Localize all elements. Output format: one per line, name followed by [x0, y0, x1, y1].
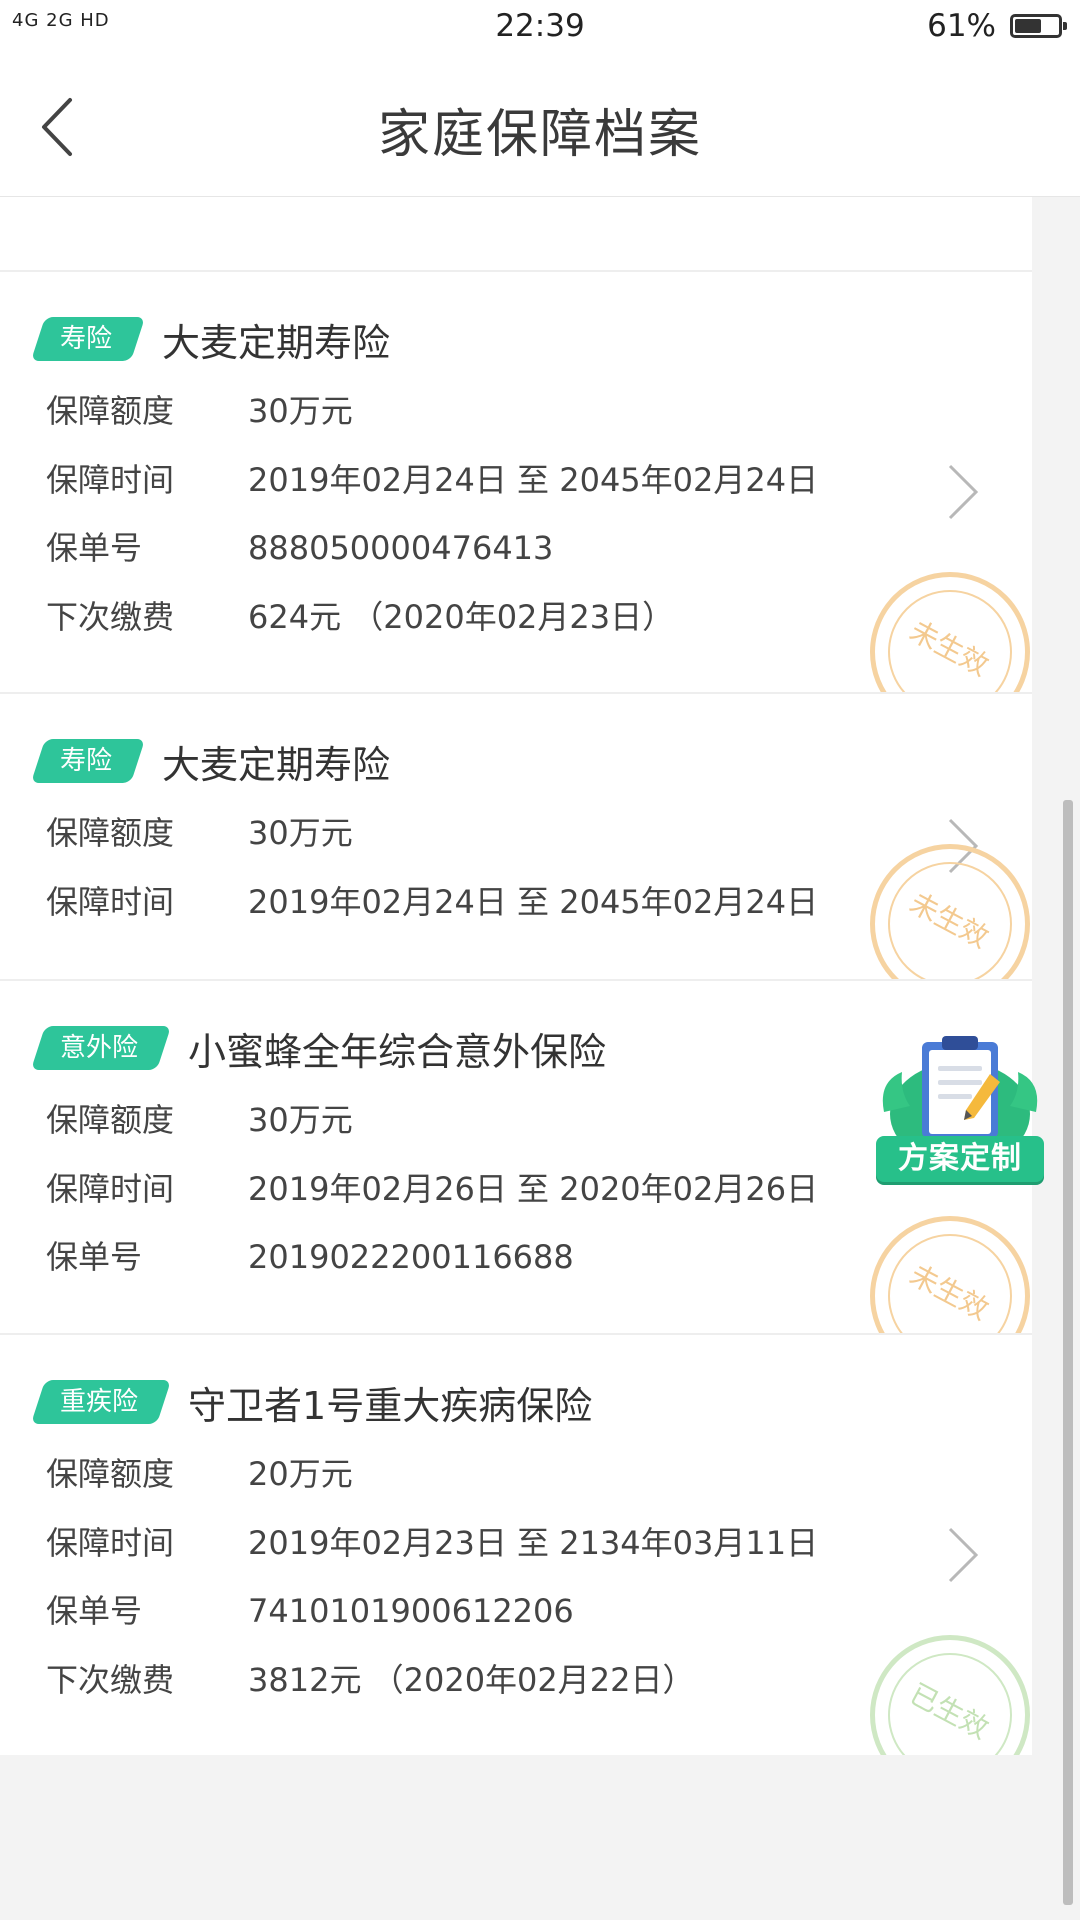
- info-row-coverage: 保障额度 30万元: [46, 1101, 353, 1139]
- policy-header: 意外险 小蜜蜂全年综合意外保险: [30, 1023, 607, 1074]
- policy-header: 重疾险 守卫者1号重大疾病保险: [30, 1377, 593, 1428]
- status-stamp: 未生效: [870, 844, 1030, 979]
- info-row-period: 保障时间 2019年02月26日 至 2020年02月26日: [46, 1170, 819, 1208]
- policy-card[interactable]: 寿险 大麦定期寿险 保障额度 30万元 保障时间 2019年02月24日 至 204…: [0, 272, 1032, 694]
- policy-type-tag: 意外险: [30, 1026, 172, 1070]
- status-stamp: 已生效: [870, 1635, 1030, 1755]
- info-row-policy-number: 保单号 888050000476413: [46, 529, 554, 567]
- policy-type-tag: 寿险: [30, 317, 146, 361]
- info-row-coverage: 保障额度 30万元: [46, 392, 353, 430]
- info-row-coverage: 保障额度 30万元: [46, 814, 353, 852]
- status-bar: 4G 2G HD 22:39 61%: [0, 0, 1080, 56]
- policy-header: 寿险 大麦定期寿险: [30, 314, 391, 365]
- page-title: 家庭保障档案: [377, 105, 702, 165]
- policy-name: 大麦定期寿险: [162, 320, 391, 365]
- info-row-coverage: 保障额度 20万元: [46, 1455, 353, 1493]
- policy-list: 寿险 大麦定期寿险 保障额度 30万元 保障时间 2019年02月24日 至 204…: [0, 197, 1032, 1755]
- battery-level: [1015, 19, 1041, 33]
- info-row-policy-number: 保单号 2019022200116688: [46, 1238, 574, 1276]
- policy-type-tag: 重疾险: [30, 1380, 172, 1424]
- chevron-right-icon[interactable]: [946, 1525, 980, 1585]
- list-top-divider: [0, 197, 1032, 272]
- battery-percent: 61%: [927, 8, 996, 44]
- battery-icon: [1010, 14, 1067, 38]
- info-row-next-payment: 下次缴费 624元 （2020年02月23日）: [46, 598, 675, 636]
- info-row-period: 保障时间 2019年02月24日 至 2045年02月24日: [46, 461, 819, 499]
- info-row-period: 保障时间 2019年02月24日 至 2045年02月24日: [46, 883, 819, 921]
- policy-name: 守卫者1号重大疾病保险: [188, 1383, 593, 1428]
- plan-customize-label: 方案定制: [876, 1136, 1044, 1182]
- info-row-next-payment: 下次缴费 3812元 （2020年02月22日）: [46, 1661, 695, 1699]
- scrollbar[interactable]: [1063, 800, 1073, 1905]
- policy-name: 大麦定期寿险: [162, 742, 391, 787]
- info-row-period: 保障时间 2019年02月23日 至 2134年03月11日: [46, 1524, 819, 1562]
- plan-customize-button[interactable]: 方案定制: [872, 1034, 1048, 1196]
- policy-card[interactable]: 重疾险 守卫者1号重大疾病保险 保障额度 20万元 保障时间 2019年02月23日…: [0, 1335, 1032, 1755]
- info-row-policy-number: 保单号 7410101900612206: [46, 1592, 574, 1630]
- policy-name: 小蜜蜂全年综合意外保险: [188, 1029, 607, 1074]
- status-stamp: 未生效: [870, 1216, 1030, 1333]
- nav-bar: 家庭保障档案: [0, 56, 1080, 197]
- policy-type-tag: 寿险: [30, 739, 146, 783]
- policy-header: 寿险 大麦定期寿险: [30, 736, 391, 787]
- policy-card[interactable]: 寿险 大麦定期寿险 保障额度 30万元 保障时间 2019年02月24日 至 204…: [0, 694, 1032, 981]
- chevron-right-icon[interactable]: [946, 462, 980, 522]
- status-stamp: 未生效: [870, 572, 1030, 692]
- status-time: 22:39: [495, 8, 585, 44]
